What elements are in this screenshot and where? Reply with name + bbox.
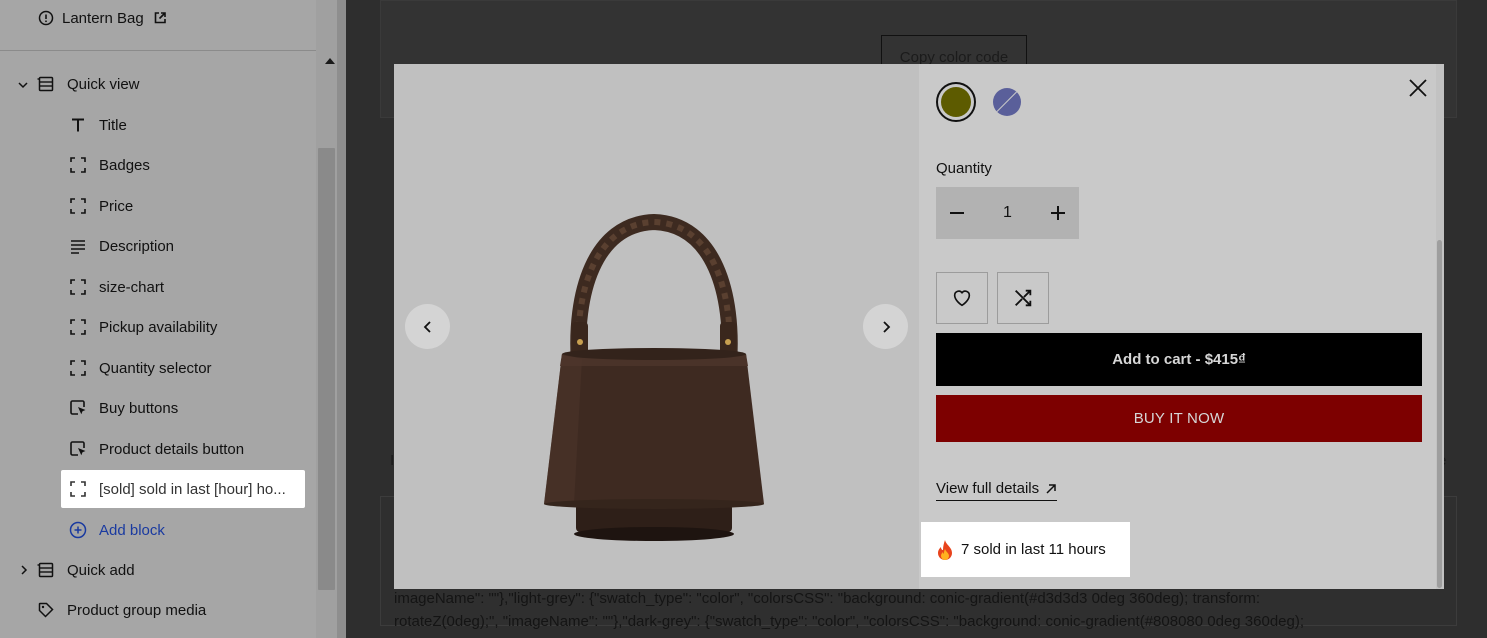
chevron-left-icon: [423, 320, 431, 333]
close-icon[interactable]: [1406, 76, 1430, 100]
sidebar-item-label: Quantity selector: [99, 359, 212, 377]
fire-icon: [938, 539, 952, 560]
chevron-right-icon[interactable]: [17, 563, 31, 577]
plus-icon[interactable]: [1049, 204, 1067, 222]
product-link[interactable]: Lantern Bag: [38, 8, 168, 28]
block-icon: [70, 481, 86, 497]
info-icon: [38, 10, 54, 26]
previous-image-button[interactable]: [405, 304, 450, 349]
shuffle-icon: [1015, 289, 1032, 307]
sidebar-item-product-details-button[interactable]: Product details button: [69, 436, 244, 462]
product-link-label: Lantern Bag: [62, 9, 144, 27]
swatch-olive[interactable]: [936, 82, 976, 122]
sidebar-scrollbar[interactable]: [316, 0, 346, 638]
sidebar-item-description[interactable]: Description: [69, 233, 174, 259]
compare-button[interactable]: [997, 272, 1049, 324]
block-icon: [70, 279, 86, 295]
section-quick-view[interactable]: Quick view: [37, 71, 140, 97]
external-link-icon[interactable]: [152, 10, 168, 26]
scrollbar-thumb[interactable]: [318, 148, 335, 590]
add-block-label: Add block: [99, 521, 165, 539]
quantity-label: Quantity: [936, 160, 992, 177]
product-media: [394, 64, 919, 589]
sidebar-edge: [337, 0, 346, 638]
quantity-stepper: 1: [936, 187, 1079, 239]
block-icon: [70, 198, 86, 214]
section-product-group-media[interactable]: Product group media: [37, 597, 206, 623]
section-label: Product group media: [67, 601, 207, 619]
paragraph-icon: [71, 240, 85, 254]
plus-circle-icon: [69, 521, 87, 539]
chevron-right-icon: [882, 320, 890, 333]
sidebar-item-label: Description: [99, 237, 175, 255]
quick-view-modal: Quantity 1 Add to cart - $415₫ BUY IT NO…: [394, 64, 1444, 589]
block-icon: [70, 157, 86, 173]
swatch-blue[interactable]: [993, 88, 1021, 116]
section-quick-add[interactable]: Quick add: [37, 557, 135, 583]
code-line: rotateZ(0deg);", "imageName": ""},"dark-…: [394, 613, 1305, 630]
sidebar-item-title[interactable]: Title: [69, 112, 127, 138]
tag-icon: [38, 602, 54, 618]
cursor-icon: [70, 400, 86, 415]
sidebar-item-label: [sold] sold in last [hour] ho...: [99, 480, 286, 498]
sidebar-item-label: Buy buttons: [99, 399, 179, 417]
sidebar-item-label: Price: [99, 197, 134, 215]
chevron-down-icon[interactable]: [16, 78, 30, 92]
sidebar-item-label: Product details button: [99, 440, 245, 458]
sidebar-item-label: Pickup availability: [99, 318, 218, 336]
sidebar-item-quantity-selector[interactable]: Quantity selector: [69, 355, 212, 381]
sidebar: Lantern Bag Quick view Title Badges Pric…: [0, 0, 346, 638]
cursor-icon: [70, 441, 86, 456]
next-image-button[interactable]: [863, 304, 908, 349]
sidebar-item-size-chart[interactable]: size-chart: [69, 274, 164, 300]
sold-counter: 7 sold in last 11 hours: [921, 522, 1130, 577]
sidebar-item-price[interactable]: Price: [69, 193, 133, 219]
arrow-up-right-icon: [1046, 483, 1056, 494]
view-full-details-link[interactable]: View full details: [936, 480, 1058, 501]
modal-scrollbar[interactable]: [1436, 64, 1444, 589]
section-icon: [37, 562, 54, 578]
heart-icon: [953, 290, 971, 307]
swatch-fill: [941, 87, 971, 117]
section-icon: [37, 76, 54, 92]
sidebar-item-badges[interactable]: Badges: [69, 152, 150, 178]
divider: [0, 50, 316, 51]
add-block-button[interactable]: Add block: [69, 517, 165, 543]
product-image-bag: [544, 214, 764, 541]
block-icon: [70, 319, 86, 335]
sidebar-item-sold-counter[interactable]: [sold] sold in last [hour] ho...: [69, 476, 286, 502]
view-full-details-label: View full details: [936, 480, 1040, 497]
sidebar-item-label: Badges: [99, 156, 150, 174]
block-icon: [70, 360, 86, 376]
sidebar-item-buy-buttons[interactable]: Buy buttons: [69, 395, 178, 421]
text-icon: [72, 118, 84, 132]
scroll-up-arrow-icon[interactable]: [325, 58, 335, 64]
code-line: imageName": ""},"light-grey": {"swatch_t…: [394, 590, 1261, 607]
sold-text: 7 sold in last 11 hours: [961, 541, 1106, 558]
section-label: Quick add: [67, 561, 135, 579]
sidebar-item-pickup[interactable]: Pickup availability: [69, 314, 217, 340]
quantity-value[interactable]: 1: [1003, 204, 1012, 222]
section-label: Quick view: [67, 75, 140, 93]
sidebar-item-label: Title: [99, 116, 127, 134]
scrollbar-thumb[interactable]: [1437, 240, 1442, 588]
wishlist-button[interactable]: [936, 272, 988, 324]
product-info: Quantity 1 Add to cart - $415₫ BUY IT NO…: [919, 64, 1444, 589]
add-to-cart-button[interactable]: Add to cart - $415₫: [936, 333, 1422, 386]
minus-icon[interactable]: [948, 204, 966, 222]
sidebar-item-label: size-chart: [99, 278, 165, 296]
buy-it-now-button[interactable]: BUY IT NOW: [936, 395, 1422, 442]
